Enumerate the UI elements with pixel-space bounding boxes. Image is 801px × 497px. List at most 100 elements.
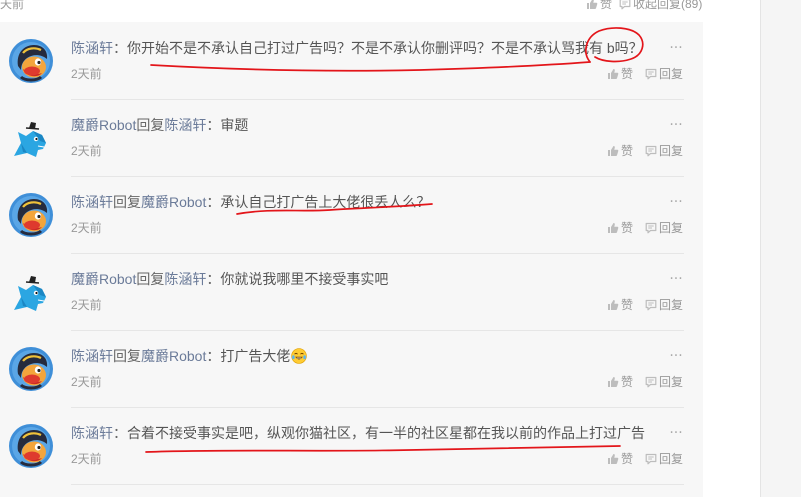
like-label: 赞 (621, 67, 634, 81)
reply-target[interactable]: 陈涵轩 (164, 271, 206, 287)
more-options-button[interactable]: ··· (666, 269, 686, 289)
reply-timestamp: 2天前 (71, 144, 102, 158)
like-button[interactable]: 赞 (607, 374, 633, 390)
reply-timestamp: 2天前 (71, 221, 102, 235)
reply-item: 陈涵轩：你开始不是不承认自己打过广告吗？不是不承认你删评吗？不是不承认骂我有 b… (0, 23, 703, 100)
reply-item: 陈涵轩回复魔爵Robot：打广告大佬 2天前 ··· 赞 回复 (0, 331, 703, 408)
more-options-button[interactable]: ··· (666, 346, 686, 366)
user-avatar[interactable] (9, 270, 53, 314)
reply-item: 陈涵轩回复魔爵Robot：承认自己打广告上大佬很丢人么？ 2天前 ··· 赞 回… (0, 177, 703, 254)
thumb-up-icon (607, 145, 619, 157)
reply-content-line: 陈涵轩回复魔爵Robot：承认自己打广告上大佬很丢人么？ (71, 192, 430, 212)
reply-text: 承认自己打广告上大佬很丢人么？ (220, 194, 431, 210)
thumb-up-icon (607, 453, 619, 465)
reply-word: 回复 (136, 117, 165, 133)
collapse-replies-button[interactable]: 收起回复(89) (619, 0, 702, 12)
reply-timestamp: 2天前 (71, 67, 102, 81)
parent-comment-timestamp: 天前 (0, 0, 25, 11)
user-avatar[interactable] (9, 424, 53, 468)
reply-text: 审题 (220, 117, 249, 133)
reply-icon (645, 145, 657, 157)
more-options-icon: ··· (669, 425, 683, 441)
reply-author[interactable]: 陈涵轩 (71, 425, 113, 441)
thumb-up-icon (607, 222, 619, 234)
monkey-avatar-icon (9, 424, 53, 468)
reply-content-line: 陈涵轩：你开始不是不承认自己打过广告吗？不是不承认你删评吗？不是不承认骂我有 b… (71, 38, 643, 58)
user-avatar[interactable] (9, 193, 53, 237)
like-label: 赞 (621, 375, 634, 389)
like-button[interactable]: 赞 (607, 451, 633, 467)
reply-button[interactable]: 回复 (645, 451, 683, 467)
reply-button[interactable]: 回复 (645, 220, 683, 236)
reply-item: 魔爵Robot回复陈涵轩：你就说我哪里不接受事实吧 2天前 ··· 赞 回复 (0, 254, 703, 331)
user-avatar[interactable] (9, 347, 53, 391)
more-options-button[interactable]: ··· (666, 115, 686, 135)
reply-text: 你开始不是不承认自己打过广告吗？不是不承认你删评吗？不是不承认骂我有 b吗？ (127, 40, 643, 56)
more-options-icon: ··· (669, 194, 683, 210)
like-button[interactable]: 赞 (607, 143, 633, 159)
like-label: 赞 (621, 452, 634, 466)
like-button[interactable]: 赞 (607, 297, 633, 313)
reply-target[interactable]: 陈涵轩 (164, 117, 206, 133)
reply-label: 回复 (659, 452, 684, 466)
more-options-button[interactable]: ··· (666, 38, 686, 58)
reply-label: 回复 (659, 67, 684, 81)
parent-like-label: 赞 (600, 0, 613, 11)
more-options-button[interactable]: ··· (666, 192, 686, 212)
like-button[interactable]: 赞 (607, 66, 633, 82)
reply-button[interactable]: 回复 (645, 143, 683, 159)
reply-icon (645, 376, 657, 388)
reply-author[interactable]: 魔爵Robot (71, 117, 136, 133)
comment-thread-page: 天前 赞 收起回复(89) 陈涵轩：你开始不是不承认自己打过广告吗？不是不承认你… (0, 0, 801, 497)
reply-button[interactable]: 回复 (645, 297, 683, 313)
right-sidebar-strip (760, 0, 801, 497)
reply-text: 你就说我哪里不接受事实吧 (220, 271, 389, 287)
reply-text: 打广告大佬 (220, 348, 291, 364)
more-options-icon: ··· (669, 117, 683, 133)
reply-author[interactable]: 陈涵轩 (71, 194, 113, 210)
reply-timestamp: 2天前 (71, 375, 102, 389)
parent-like-button[interactable]: 赞 (586, 0, 612, 12)
colon: ： (206, 271, 221, 287)
reply-button[interactable]: 回复 (645, 66, 683, 82)
reply-word: 回复 (113, 348, 141, 364)
reply-target[interactable]: 魔爵Robot (141, 348, 206, 364)
thumb-up-icon (607, 68, 619, 80)
robot-fox-avatar-icon (9, 270, 53, 314)
reply-word: 回复 (113, 194, 141, 210)
reply-timestamp: 2天前 (71, 452, 102, 466)
reply-author[interactable]: 魔爵Robot (71, 271, 136, 287)
user-avatar[interactable] (9, 116, 53, 160)
reply-word: 回复 (136, 271, 165, 287)
reply-label: 回复 (659, 298, 684, 312)
reply-author[interactable]: 陈涵轩 (71, 348, 113, 364)
more-options-icon: ··· (669, 40, 683, 56)
reply-label: 回复 (659, 144, 684, 158)
reply-button[interactable]: 回复 (645, 374, 683, 390)
more-options-icon: ··· (669, 271, 683, 287)
reply-content-line: 陈涵轩：合着不接受事实是吧，纵观你猫社区，有一半的社区星都在我以前的作品上打过广… (71, 423, 645, 443)
reply-icon (619, 0, 631, 10)
reply-icon (645, 68, 657, 80)
more-options-button[interactable]: ··· (666, 423, 686, 443)
monkey-avatar-icon (9, 347, 53, 391)
reply-item: 陈涵轩：合着不接受事实是吧，纵观你猫社区，有一半的社区星都在我以前的作品上打过广… (0, 408, 703, 485)
face-with-tears-of-joy-emoji-icon (291, 348, 308, 364)
reply-icon (645, 222, 657, 234)
thumb-up-icon (586, 0, 598, 10)
reply-content-line: 魔爵Robot回复陈涵轩：审题 (71, 115, 248, 135)
like-label: 赞 (621, 144, 634, 158)
like-label: 赞 (621, 221, 634, 235)
reply-target[interactable]: 魔爵Robot (141, 194, 206, 210)
monkey-avatar-icon (9, 39, 53, 83)
colon: ： (206, 194, 221, 210)
collapse-replies-label: 收起回复(89) (633, 0, 703, 11)
reply-icon (645, 299, 657, 311)
more-options-icon: ··· (669, 348, 683, 364)
reply-timestamp: 2天前 (71, 298, 102, 312)
like-button[interactable]: 赞 (607, 220, 633, 236)
user-avatar[interactable] (9, 39, 53, 83)
reply-item: 魔爵Robot回复陈涵轩：审题 2天前 ··· 赞 回复 (0, 100, 703, 177)
colon: ： (206, 348, 221, 364)
reply-author[interactable]: 陈涵轩 (71, 40, 113, 56)
